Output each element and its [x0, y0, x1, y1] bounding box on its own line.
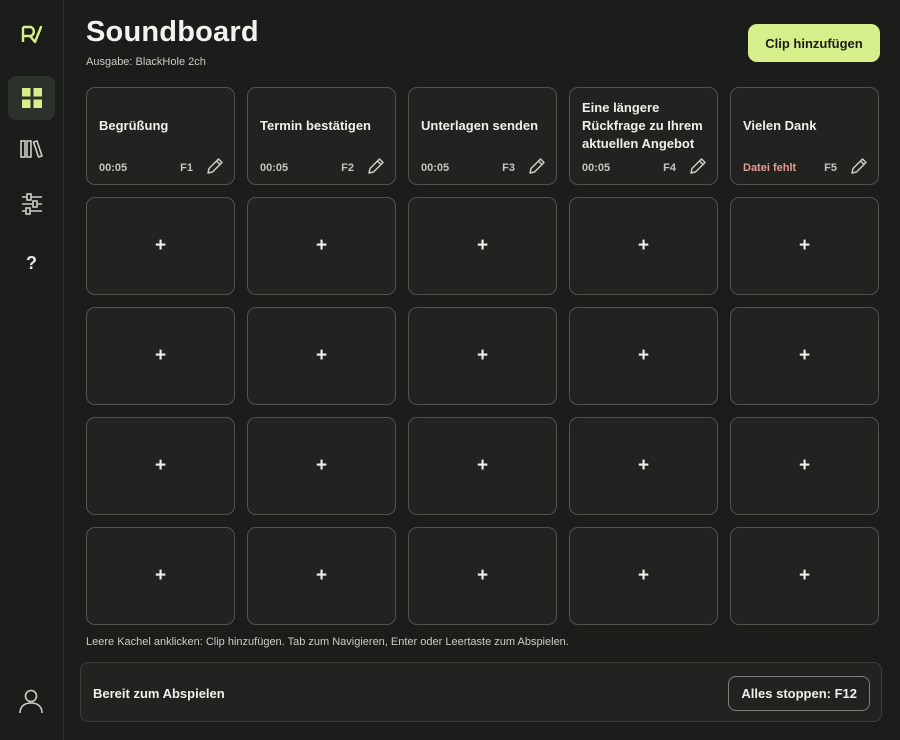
output-device-label: Ausgabe: BlackHole 2ch [86, 56, 206, 68]
clip-tile[interactable]: Unterlagen senden 00:05 F3 [408, 87, 557, 185]
clip-hotkey: F3 [502, 162, 515, 174]
playback-status: Bereit zum Abspielen [93, 686, 225, 701]
plus-icon: + [637, 345, 650, 366]
plus-icon: + [154, 455, 167, 476]
plus-icon: + [798, 235, 811, 256]
empty-tile-add-button[interactable]: + [569, 197, 718, 295]
clip-title: Unterlagen senden [421, 118, 539, 133]
clip-tile[interactable]: Begrüßung 00:05 F1 [86, 87, 235, 185]
edit-pencil-icon[interactable] [527, 156, 547, 176]
edit-pencil-icon[interactable] [688, 156, 708, 176]
empty-tile-add-button[interactable]: + [247, 197, 396, 295]
sidebar: ? [0, 0, 64, 740]
plus-icon: + [315, 345, 328, 366]
grid-icon [21, 88, 42, 108]
empty-tile-add-button[interactable]: + [569, 307, 718, 405]
plus-icon: + [315, 235, 328, 256]
clip-tile[interactable]: Vielen Dank Datei fehlt F5 [730, 87, 879, 185]
clip-hotkey: F1 [180, 162, 193, 174]
clip-title: Termin bestätigen [260, 118, 372, 133]
empty-tile-add-button[interactable]: + [86, 527, 235, 625]
empty-tile-add-button[interactable]: + [408, 527, 557, 625]
edit-pencil-icon[interactable] [849, 156, 869, 176]
help-hint: Leere Kachel anklicken: Clip hinzufügen.… [86, 636, 569, 648]
empty-tile-add-button[interactable]: + [730, 527, 879, 625]
empty-tile-add-button[interactable]: + [569, 527, 718, 625]
empty-tile-add-button[interactable]: + [86, 417, 235, 515]
user-icon[interactable] [18, 688, 44, 714]
empty-tile-add-button[interactable]: + [86, 197, 235, 295]
clip-duration: 00:05 [99, 162, 128, 174]
clip-title: Begrüßung [99, 118, 169, 133]
plus-icon: + [476, 565, 489, 586]
edit-pencil-icon[interactable] [205, 156, 225, 176]
edit-pencil-icon[interactable] [366, 156, 386, 176]
empty-tile-add-button[interactable]: + [730, 197, 879, 295]
plus-icon: + [476, 345, 489, 366]
empty-tile-add-button[interactable]: + [86, 307, 235, 405]
clip-hotkey: F5 [824, 162, 837, 174]
plus-icon: + [154, 235, 167, 256]
help-icon: ? [26, 252, 37, 273]
plus-icon: + [154, 565, 167, 586]
empty-tile-add-button[interactable]: + [408, 417, 557, 515]
sidebar-item-grid[interactable] [8, 76, 55, 120]
plus-icon: + [154, 345, 167, 366]
plus-icon: + [637, 565, 650, 586]
empty-tile-add-button[interactable]: + [730, 307, 879, 405]
stop-all-button[interactable]: Alles stoppen: F12 [728, 676, 870, 711]
clip-hotkey: F2 [341, 162, 354, 174]
plus-icon: + [315, 565, 328, 586]
clip-title: Vielen Dank [743, 118, 817, 133]
clip-grid: Begrüßung 00:05 F1 Termin bestätigen 00:… [86, 87, 879, 625]
empty-tile-add-button[interactable]: + [408, 307, 557, 405]
app-logo-icon [21, 25, 43, 44]
status-bar: Bereit zum Abspielen Alles stoppen: F12 [80, 662, 882, 722]
plus-icon: + [476, 235, 489, 256]
plus-icon: + [476, 455, 489, 476]
clip-title: Eine längere Rückfrage zu Ihrem aktuelle… [582, 100, 703, 151]
library-icon [19, 140, 43, 158]
clip-missing-file-status: Datei fehlt [743, 162, 797, 174]
plus-icon: + [798, 565, 811, 586]
clip-hotkey: F4 [663, 162, 676, 174]
empty-tile-add-button[interactable]: + [408, 197, 557, 295]
plus-icon: + [637, 235, 650, 256]
add-clip-button[interactable]: Clip hinzufügen [748, 24, 880, 62]
empty-tile-add-button[interactable]: + [730, 417, 879, 515]
clip-duration: 00:05 [421, 162, 450, 174]
page-title: Soundboard [86, 16, 259, 48]
sidebar-item-help[interactable]: ? [8, 241, 55, 285]
empty-tile-add-button[interactable]: + [569, 417, 718, 515]
sidebar-item-settings[interactable] [8, 182, 55, 226]
sidebar-item-library[interactable] [8, 127, 55, 171]
empty-tile-add-button[interactable]: + [247, 307, 396, 405]
empty-tile-add-button[interactable]: + [247, 527, 396, 625]
clip-duration: 00:05 [582, 162, 611, 174]
empty-tile-add-button[interactable]: + [247, 417, 396, 515]
clip-duration: 00:05 [260, 162, 289, 174]
clip-tile[interactable]: Termin bestätigen 00:05 F2 [247, 87, 396, 185]
plus-icon: + [798, 345, 811, 366]
clip-tile[interactable]: Eine längere Rückfrage zu Ihrem aktuelle… [569, 87, 718, 185]
plus-icon: + [637, 455, 650, 476]
plus-icon: + [315, 455, 328, 476]
plus-icon: + [798, 455, 811, 476]
sliders-icon [21, 193, 42, 215]
